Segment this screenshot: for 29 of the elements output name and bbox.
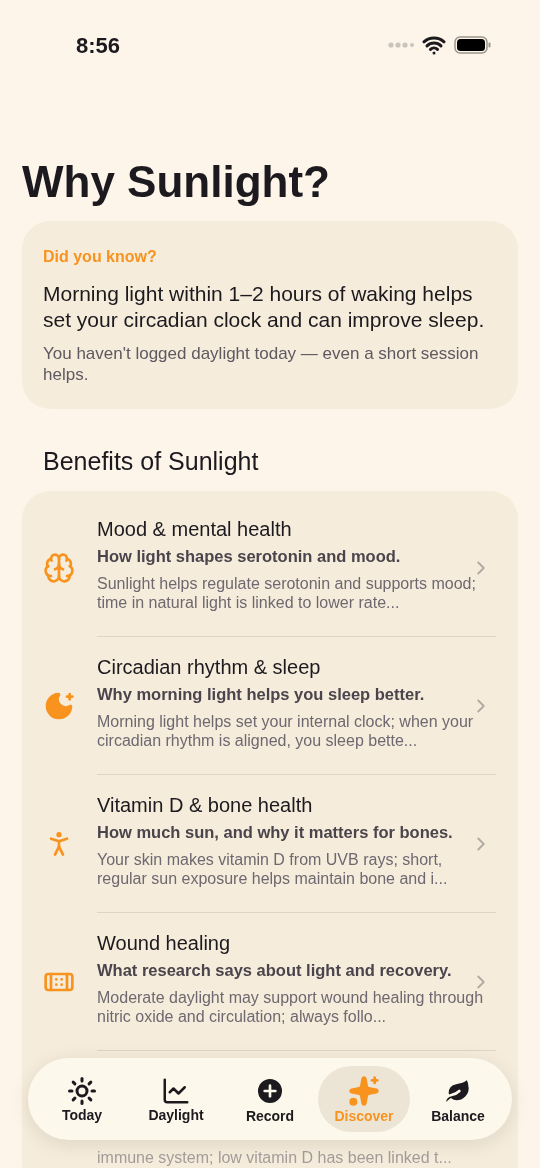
tab-button[interactable]: Record: [224, 1066, 316, 1132]
benefit-title: Wound healing: [97, 931, 232, 955]
benefit-description: Morning light helps set your internal clock; when your circadian rhythm is aligned, you sleep bette...: [97, 712, 475, 750]
benefit-description: immune system; low vitamin D has been linked t...: [97, 1148, 453, 1167]
tip-headline: Morning light within 1–2 hours of waking helps set your circadian clock and can improve sleep.: [43, 281, 486, 333]
tab-button[interactable]: Balance: [412, 1066, 504, 1132]
chart-icon: [161, 1076, 191, 1106]
benefit-description: Sunlight helps regulate serotonin and supports mood; time in natural light is linked to lower rate...: [97, 574, 477, 612]
tip-eyebrow: Did you know?: [43, 247, 158, 267]
benefit-subtitle: How much sun, and why it matters for bones.: [97, 822, 454, 842]
benefit-title: Mood & mental health: [97, 517, 293, 541]
benefit-description: Your skin makes vitamin D from UVB rays; short, regular sun exposure helps maintain bone and i...: [97, 850, 449, 888]
benefit-description: Moderate daylight may support wound healing through nitric oxide and circulation; always follo...: [97, 988, 485, 1026]
signal-icon: [388, 42, 414, 48]
tab-button[interactable]: Daylight: [130, 1066, 222, 1132]
section-heading: Benefits of Sunlight: [42, 449, 260, 474]
sparkles-icon: [348, 1075, 380, 1107]
benefit-subtitle: How light shapes serotonin and mood.: [97, 546, 402, 566]
benefit-title: Circadian rhythm & sleep: [97, 655, 322, 679]
benefit-subtitle: Why morning light helps you sleep better.: [97, 684, 426, 704]
page-title: Why Sunlight?: [21, 160, 331, 204]
tab-button[interactable]: Today: [36, 1066, 128, 1132]
battery-icon: [454, 36, 492, 54]
benefit-title: Vitamin D & bone health: [97, 793, 314, 817]
benefit-subtitle: What research says about light and recovery.: [97, 960, 453, 980]
status-time: 8:56: [76, 31, 121, 60]
sun-icon: [67, 1076, 97, 1106]
brain-icon: [43, 551, 75, 584]
tip-note: You haven't logged daylight today — even a short session helps.: [43, 343, 480, 385]
